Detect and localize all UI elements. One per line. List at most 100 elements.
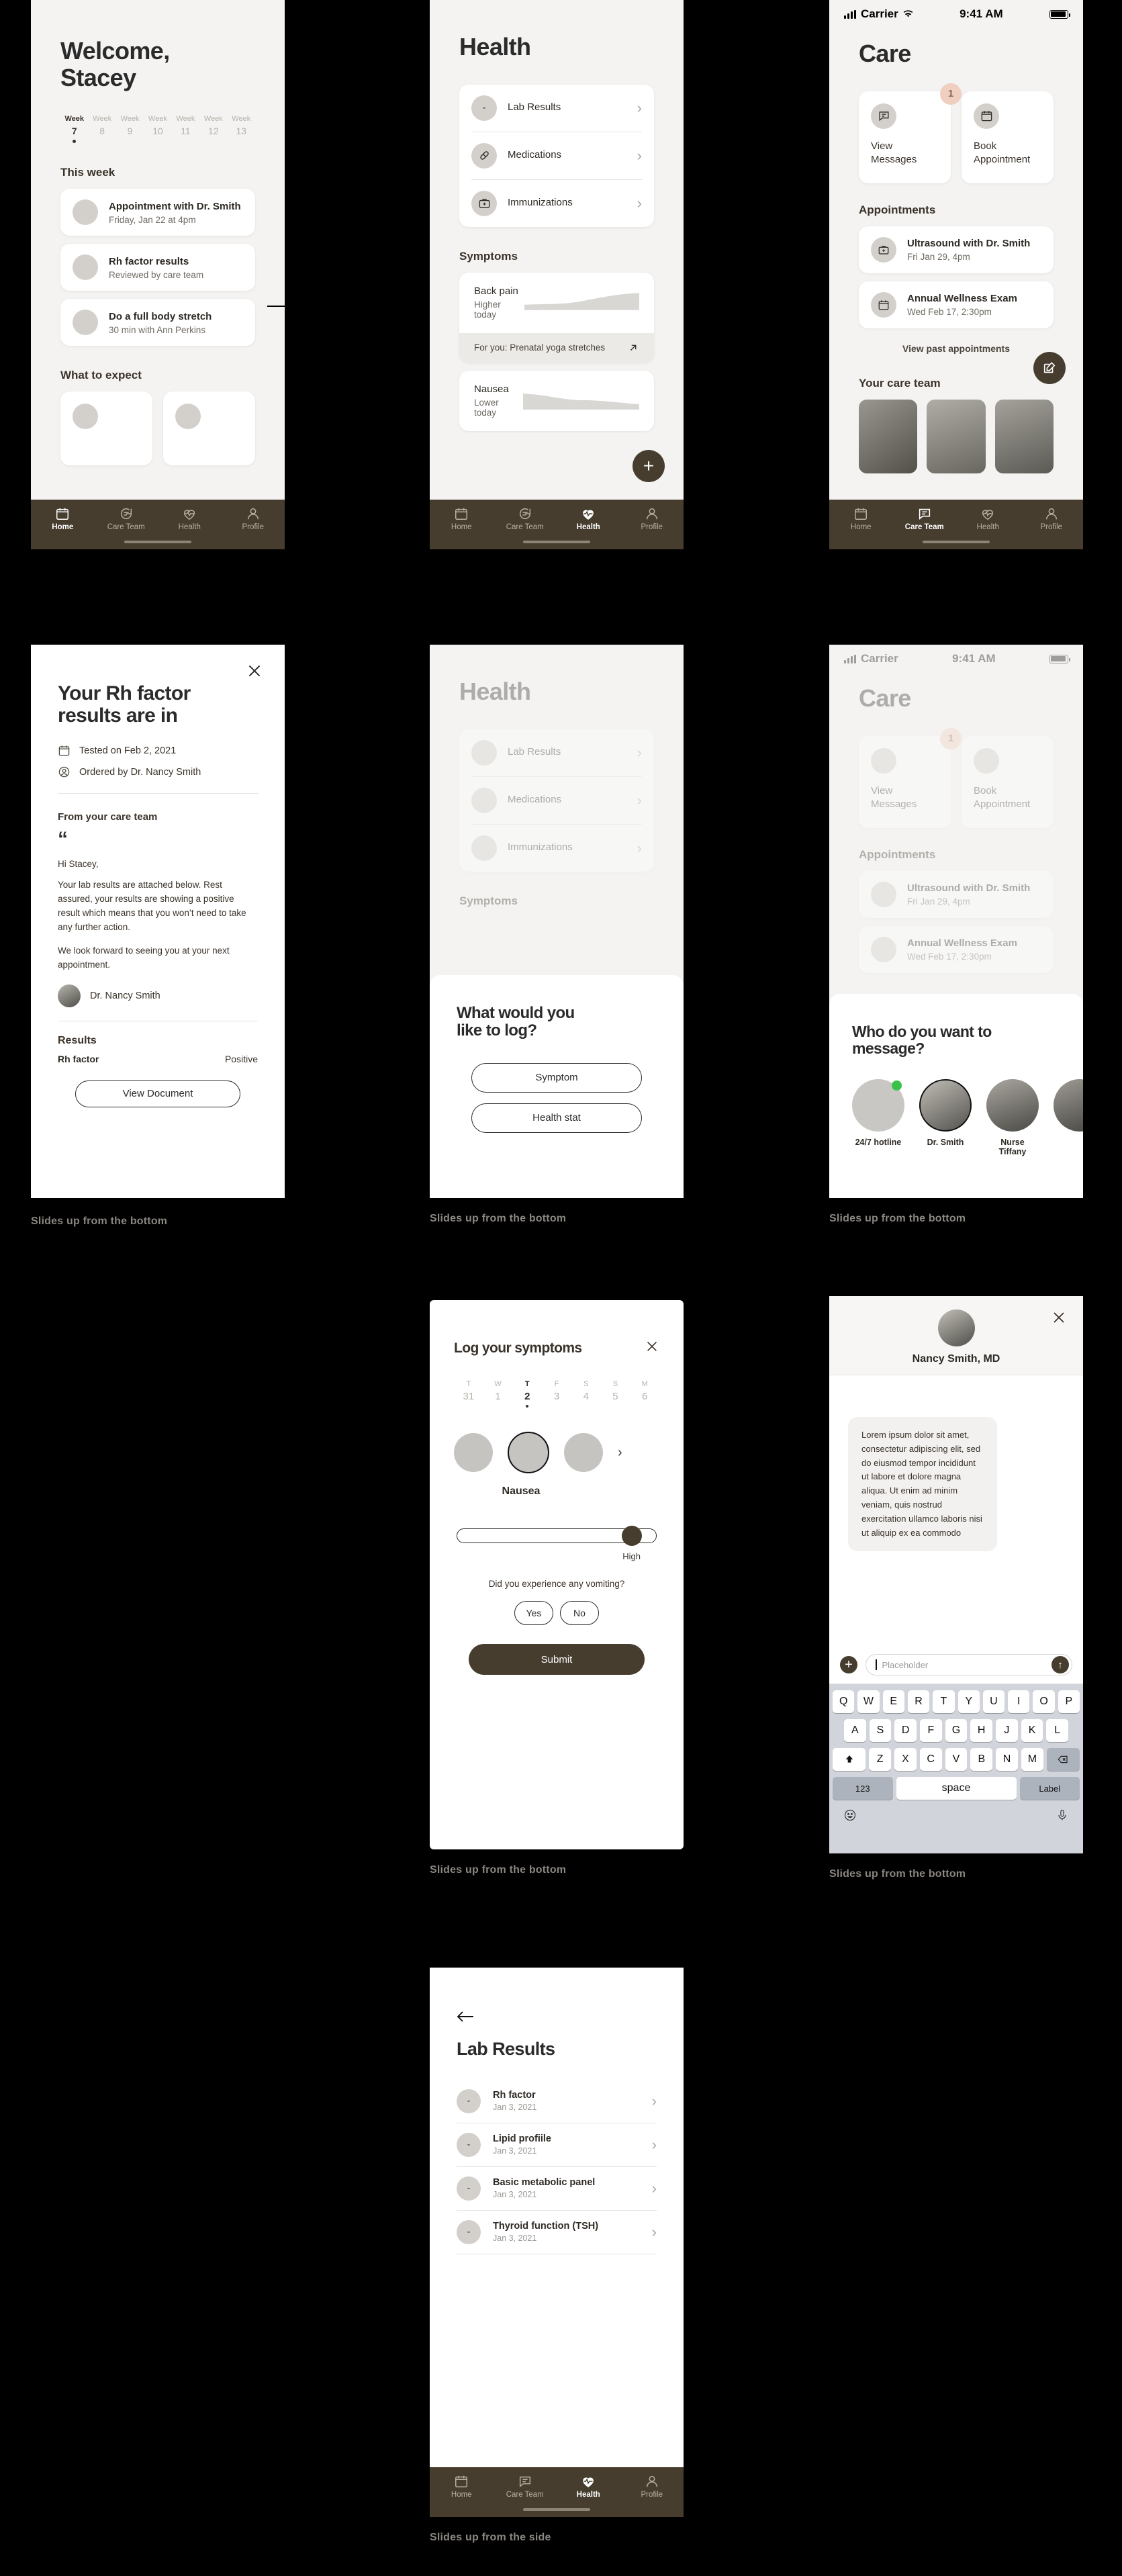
answer-yes-button[interactable]: Yes [514, 1601, 553, 1625]
plus-icon[interactable]: + [840, 1656, 857, 1673]
action-view-messages[interactable]: View Messages 1 [859, 83, 962, 183]
backspace-icon[interactable] [1046, 1748, 1080, 1771]
bottom-tab-bar[interactable]: Home Care Team Health Profile [31, 500, 285, 549]
key-v[interactable]: V [945, 1748, 968, 1771]
send-icon[interactable]: ↑ [1051, 1656, 1069, 1673]
close-icon[interactable] [1051, 1309, 1067, 1329]
bottom-tab-bar[interactable]: Home Care Team Health Profile [829, 500, 1083, 549]
list-item[interactable]: Rh factor results Reviewed by care team [60, 244, 255, 291]
compose-message-button[interactable] [1033, 352, 1066, 384]
week-item[interactable]: Week 12 [199, 115, 227, 143]
option-symptom-button[interactable]: Symptom [471, 1062, 642, 1093]
day-item[interactable]: S 4 [571, 1380, 601, 1408]
key-o[interactable]: O [1033, 1690, 1055, 1713]
option-health-stat-button[interactable]: Health stat [471, 1103, 642, 1133]
week-strip[interactable]: Week 7 Week 8 Week 9 Week 10 Week 11 Wee… [60, 115, 255, 144]
keyboard-row-4[interactable]: 123 space Label [833, 1777, 1080, 1800]
key-j[interactable]: J [996, 1719, 1018, 1742]
microphone-icon[interactable] [1056, 1808, 1069, 1825]
tab-care-team[interactable]: Care Team [494, 506, 557, 531]
day-item[interactable]: S 5 [601, 1380, 630, 1408]
key-g[interactable]: G [945, 1719, 968, 1742]
care-team-photo[interactable] [994, 399, 1054, 473]
day-strip[interactable]: T 31 W 1 T 2 F 3 S 4 S 5 M 6 [454, 1380, 659, 1408]
symptom-card[interactable]: Nausea Lower today [459, 370, 654, 432]
tab-health[interactable]: Health [557, 2474, 620, 2499]
expect-card[interactable] [60, 392, 152, 466]
key-w[interactable]: W [857, 1690, 880, 1713]
tab-profile[interactable]: Profile [222, 506, 285, 531]
add-log-button[interactable]: + [633, 450, 665, 482]
lab-result-row[interactable]: - Lipid profiile Jan 3, 2021 › [457, 2123, 657, 2166]
key-a[interactable]: A [843, 1719, 866, 1742]
message-recipient[interactable]: Dr. Smith [919, 1078, 972, 1156]
view-document-button[interactable]: View Document [75, 1080, 240, 1107]
key-h[interactable]: H [970, 1719, 993, 1742]
tab-profile[interactable]: Profile [620, 506, 684, 531]
for-you-banner[interactable]: For you: Prenatal yoga stretches [459, 332, 654, 363]
tab-profile[interactable]: Profile [620, 2474, 684, 2499]
action-book-appointment[interactable]: Book Appointment [962, 91, 1054, 183]
menu-item-immunizations[interactable]: Immunizations › [459, 180, 654, 227]
message-recipient[interactable] [1054, 1078, 1083, 1156]
tab-care-team[interactable]: Care Team [95, 506, 158, 531]
shift-icon[interactable] [833, 1748, 866, 1771]
key-q[interactable]: Q [833, 1690, 855, 1713]
tab-home[interactable]: Home [31, 506, 95, 531]
menu-item-medications[interactable]: Medications › [459, 132, 654, 179]
key-label[interactable]: Label [1019, 1777, 1080, 1800]
symptom-option[interactable] [564, 1433, 603, 1472]
expect-card[interactable] [163, 392, 255, 466]
tab-health[interactable]: Health [956, 506, 1020, 531]
message-input[interactable]: Placeholder [882, 1660, 929, 1670]
week-item[interactable]: Week 10 [144, 115, 171, 143]
week-item[interactable]: Week 11 [172, 115, 199, 143]
bottom-tab-bar[interactable]: Home Care Team Health Profile [430, 2467, 684, 2517]
key-i[interactable]: I [1008, 1690, 1030, 1713]
answer-no-button[interactable]: No [560, 1601, 599, 1625]
menu-item-lab-results[interactable]: - Lab Results › [459, 85, 654, 132]
care-team-photo[interactable] [927, 399, 986, 473]
key-f[interactable]: F [920, 1719, 942, 1742]
list-item[interactable]: Appointment with Dr. Smith Friday, Jan 2… [60, 189, 255, 236]
tab-home[interactable]: Home [430, 2474, 494, 2499]
day-item[interactable]: W 1 [483, 1380, 513, 1408]
key-e[interactable]: E [882, 1690, 904, 1713]
week-item[interactable]: Week 8 [88, 115, 115, 143]
key-s[interactable]: S [869, 1719, 892, 1742]
key-d[interactable]: D [894, 1719, 917, 1742]
onscreen-keyboard[interactable]: Q W E R T Y U I O P A S D F G H J K L Z [829, 1684, 1083, 1853]
lab-result-row[interactable]: - Thyroid function (TSH) Jan 3, 2021 › [457, 2211, 657, 2254]
message-recipient[interactable]: Nurse Tiffany [986, 1078, 1039, 1156]
key-y[interactable]: Y [957, 1690, 980, 1713]
tab-care-team[interactable]: Care Team [494, 2474, 557, 2499]
appointment-item[interactable]: Ultrasound with Dr. Smith Fri Jan 29, 4p… [859, 226, 1054, 273]
key-t[interactable]: T [933, 1690, 955, 1713]
key-m[interactable]: M [1021, 1748, 1043, 1771]
symptom-option-selected[interactable] [508, 1432, 549, 1473]
close-icon[interactable] [645, 1339, 659, 1357]
key-space[interactable]: space [896, 1777, 1017, 1800]
submit-button[interactable]: Submit [469, 1644, 645, 1675]
key-k[interactable]: K [1021, 1719, 1043, 1742]
keyboard-row-2[interactable]: A S D F G H J K L [833, 1719, 1080, 1742]
week-item[interactable]: Week 13 [228, 115, 255, 143]
chevron-right-icon[interactable]: › [618, 1445, 622, 1461]
emoji-icon[interactable] [843, 1808, 857, 1825]
keyboard-row-3[interactable]: Z X C V B N M [833, 1748, 1080, 1771]
lab-result-row[interactable]: - Basic metabolic panel Jan 3, 2021 › [457, 2167, 657, 2210]
week-item[interactable]: Week 7 [60, 115, 88, 144]
key-l[interactable]: L [1046, 1719, 1069, 1742]
message-recipient[interactable]: 24/7 hotline [852, 1078, 904, 1156]
symptom-carousel[interactable]: › [454, 1432, 659, 1473]
day-item-selected[interactable]: T 2 [512, 1380, 542, 1408]
slider-knob[interactable] [622, 1525, 643, 1546]
day-item[interactable]: F 3 [542, 1380, 571, 1408]
back-arrow-icon[interactable] [457, 2009, 657, 2027]
severity-slider[interactable] [457, 1525, 657, 1546]
key-r[interactable]: R [907, 1690, 930, 1713]
key-p[interactable]: P [1058, 1690, 1080, 1713]
key-b[interactable]: B [970, 1748, 993, 1771]
tab-home[interactable]: Home [430, 506, 494, 531]
symptom-option[interactable] [454, 1433, 493, 1472]
